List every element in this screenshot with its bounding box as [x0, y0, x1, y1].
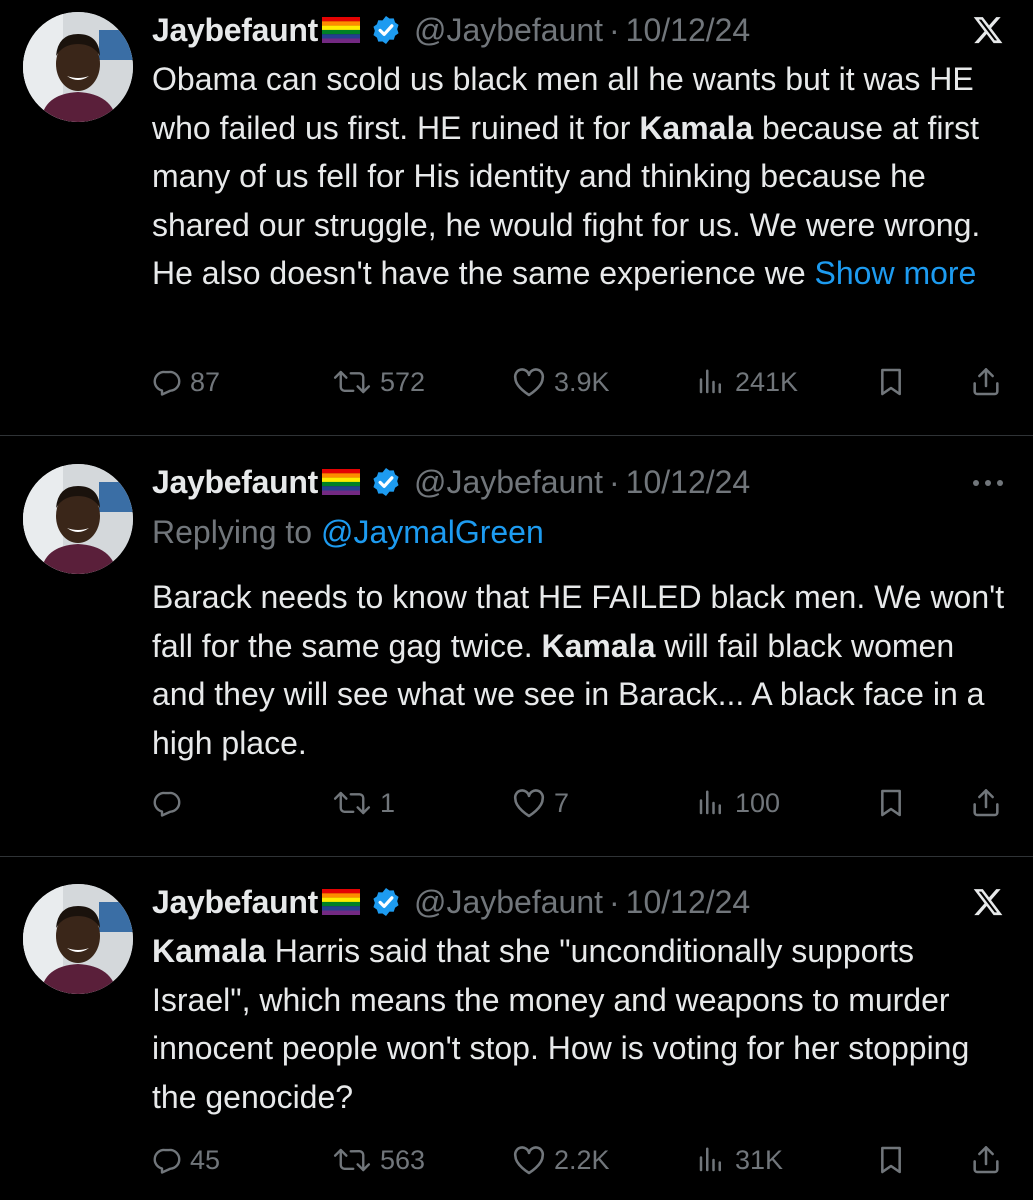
retweet-count: 1: [380, 788, 396, 818]
like-count: 7: [554, 788, 570, 818]
bold-mention-text: Kamala: [639, 109, 754, 146]
views-icon: [699, 790, 721, 815]
view-count: 241K: [735, 367, 799, 397]
tweet-header: Jaybefaunt @Jaybefaunt · 10/12/24: [152, 8, 750, 52]
x-logo-icon: [971, 886, 1005, 918]
verified-badge-icon: [370, 886, 402, 918]
reply-button[interactable]: 87: [152, 362, 220, 402]
rainbow-flag-icon: [321, 469, 360, 495]
replying-to: Replying to @JaymalGreen: [152, 514, 544, 551]
reply-icon: [153, 791, 181, 817]
avatar-image: [23, 12, 133, 122]
reply-button[interactable]: [152, 783, 190, 823]
retweet-button[interactable]: 563: [332, 1140, 425, 1180]
more-options-icon[interactable]: [971, 478, 1005, 488]
show-more-link[interactable]: Show more: [815, 255, 977, 291]
retweet-button[interactable]: 1: [332, 783, 395, 823]
user-handle[interactable]: @Jaybefaunt: [414, 884, 603, 921]
reply-count: 45: [190, 1145, 221, 1175]
retweet-count: 563: [380, 1145, 426, 1175]
like-button[interactable]: 3.9K: [512, 362, 610, 402]
share-button[interactable]: [970, 1140, 1010, 1180]
action-bar: 87 572 3.9K 241K: [152, 362, 1012, 402]
heart-icon: [513, 368, 545, 397]
tweet-text-segment: Harris said that she "unconditionally su…: [152, 933, 970, 1115]
views-icon: [699, 1147, 721, 1172]
views-icon: [699, 369, 721, 394]
reply-count: 87: [190, 367, 221, 397]
avatar-image: [23, 464, 133, 574]
separator-dot: ·: [609, 883, 620, 920]
user-handle[interactable]: @Jaybefaunt: [414, 464, 603, 501]
user-handle[interactable]: @Jaybefaunt: [414, 12, 603, 49]
like-button[interactable]: 7: [512, 783, 569, 823]
display-name[interactable]: Jaybefaunt: [152, 464, 318, 501]
bookmark-icon: [881, 368, 901, 396]
divider: [0, 435, 1033, 436]
divider: [0, 856, 1033, 857]
replying-to-mention[interactable]: @JaymalGreen: [321, 514, 544, 550]
tweet-text: Kamala Harris said that she "uncondition…: [152, 927, 1012, 1121]
share-button[interactable]: [970, 783, 1010, 823]
share-icon: [973, 789, 999, 817]
avatar[interactable]: [23, 884, 133, 994]
bookmark-button[interactable]: [875, 1140, 915, 1180]
views-button[interactable]: 241K: [695, 362, 798, 402]
separator-dot: ·: [609, 11, 620, 48]
tweet-header: Jaybefaunt @Jaybefaunt · 10/12/24: [152, 880, 750, 924]
views-button[interactable]: 31K: [695, 1140, 783, 1180]
bookmark-button[interactable]: [875, 783, 915, 823]
action-bar: 1 7 100: [152, 783, 1012, 823]
tweet-text: Obama can scold us black men all he want…: [152, 55, 1012, 298]
display-name[interactable]: Jaybefaunt: [152, 12, 318, 49]
avatar[interactable]: [23, 464, 133, 574]
avatar[interactable]: [23, 12, 133, 122]
like-count: 3.9K: [554, 367, 610, 397]
view-count: 100: [735, 788, 781, 818]
x-logo-icon: [971, 14, 1005, 46]
tweet-header: Jaybefaunt @Jaybefaunt · 10/12/24: [152, 460, 750, 504]
bold-mention-text: Kamala: [541, 627, 656, 664]
tweet-date[interactable]: 10/12/24: [626, 884, 751, 921]
heart-icon: [513, 789, 545, 818]
rainbow-flag-icon: [321, 17, 360, 43]
replying-to-label: Replying to: [152, 514, 321, 550]
tweet-date[interactable]: 10/12/24: [626, 464, 751, 501]
share-icon: [973, 368, 999, 396]
tweet-date[interactable]: 10/12/24: [626, 12, 751, 49]
share-button[interactable]: [970, 362, 1010, 402]
verified-badge-icon: [370, 14, 402, 46]
retweet-button[interactable]: 572: [332, 362, 425, 402]
rainbow-flag-icon: [321, 889, 360, 915]
retweet-icon: [333, 370, 371, 394]
bookmark-icon: [881, 789, 901, 817]
bookmark-button[interactable]: [875, 362, 915, 402]
display-name[interactable]: Jaybefaunt: [152, 884, 318, 921]
bookmark-icon: [881, 1146, 901, 1174]
view-count: 31K: [735, 1145, 784, 1175]
reply-icon: [153, 370, 181, 396]
heart-icon: [513, 1146, 545, 1175]
reply-button[interactable]: 45: [152, 1140, 220, 1180]
retweet-icon: [333, 791, 371, 815]
bold-mention-text: Kamala: [152, 933, 266, 969]
reply-icon: [153, 1148, 181, 1174]
retweet-icon: [333, 1148, 371, 1172]
share-icon: [973, 1146, 999, 1174]
avatar-image: [23, 884, 133, 994]
verified-badge-icon: [370, 466, 402, 498]
retweet-count: 572: [380, 367, 426, 397]
like-button[interactable]: 2.2K: [512, 1140, 610, 1180]
views-button[interactable]: 100: [695, 783, 780, 823]
like-count: 2.2K: [554, 1145, 610, 1175]
separator-dot: ·: [609, 463, 620, 500]
tweet-text: Barack needs to know that HE FAILED blac…: [152, 573, 1012, 767]
action-bar: 45 563 2.2K 31K: [152, 1140, 1012, 1180]
